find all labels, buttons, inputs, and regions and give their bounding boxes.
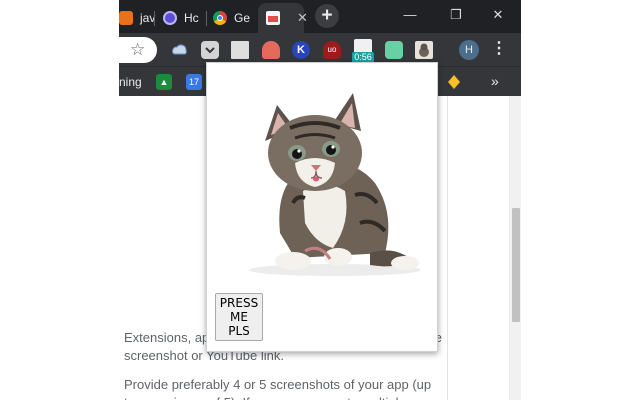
bookmark-app-icon[interactable]: ▲	[156, 74, 172, 90]
kitten-extension-icon[interactable]	[415, 41, 433, 59]
paragraph-screenshots-count: Provide preferably 4 or 5 screenshots of…	[124, 377, 432, 400]
pocket-icon[interactable]	[201, 41, 219, 59]
new-tab-button[interactable]: +	[315, 4, 339, 28]
scrollbar-thumb[interactable]	[512, 208, 520, 322]
caption-icon[interactable]	[385, 41, 403, 59]
tab-ge[interactable]: Ge	[213, 3, 259, 33]
tab-close-icon[interactable]: ✕	[297, 10, 308, 26]
bookmark-star-icon[interactable]: ☆	[130, 39, 145, 61]
ublock-icon[interactable]: uo	[323, 41, 341, 59]
calendar-icon[interactable]: 17	[186, 74, 202, 90]
tab-strip: jav Hc Ge ✕ + — ❐ ✕	[119, 0, 521, 33]
extension-icon	[266, 11, 280, 25]
kitten-photo	[235, 83, 435, 283]
tab-hc[interactable]: Hc	[163, 3, 207, 33]
divider	[447, 96, 448, 400]
shield-icon[interactable]	[262, 41, 280, 59]
restore-button[interactable]: ❐	[433, 0, 479, 33]
keep-icon[interactable]	[446, 74, 462, 90]
address-bar[interactable]: ☆	[119, 37, 157, 63]
press-me-button[interactable]: PRESS ME PLS	[215, 293, 263, 341]
page-icon[interactable]	[231, 41, 249, 59]
tab-label: Ge	[234, 11, 251, 25]
tab-label: Hc	[184, 11, 199, 25]
k-icon[interactable]: K	[292, 41, 310, 59]
tab-separator	[206, 11, 207, 26]
tab-active[interactable]: ✕	[258, 3, 308, 33]
circle-icon	[163, 11, 177, 25]
browser-menu-icon[interactable]: ⋮	[491, 39, 507, 61]
screen: jav Hc Ge ✕ + — ❐ ✕ ☆ K uo H ⋮ 0:56 ning…	[0, 0, 640, 400]
bookmark-label[interactable]: ning	[119, 75, 142, 89]
fire-icon	[119, 11, 133, 25]
browser-window: jav Hc Ge ✕ + — ❐ ✕ ☆ K uo H ⋮ 0:56 ning…	[119, 0, 521, 400]
cloud-icon[interactable]	[171, 41, 189, 59]
scrollbar[interactable]	[509, 96, 521, 400]
tab-java[interactable]: jav	[119, 3, 155, 33]
bookmarks-overflow-icon[interactable]: »	[491, 73, 499, 89]
chrome-icon	[213, 11, 227, 25]
extension-popup: PRESS ME PLS	[206, 62, 438, 352]
profile-avatar[interactable]: H	[459, 40, 479, 60]
minimize-button[interactable]: —	[387, 0, 433, 33]
tab-separator	[154, 11, 155, 26]
close-window-button[interactable]: ✕	[475, 0, 521, 33]
